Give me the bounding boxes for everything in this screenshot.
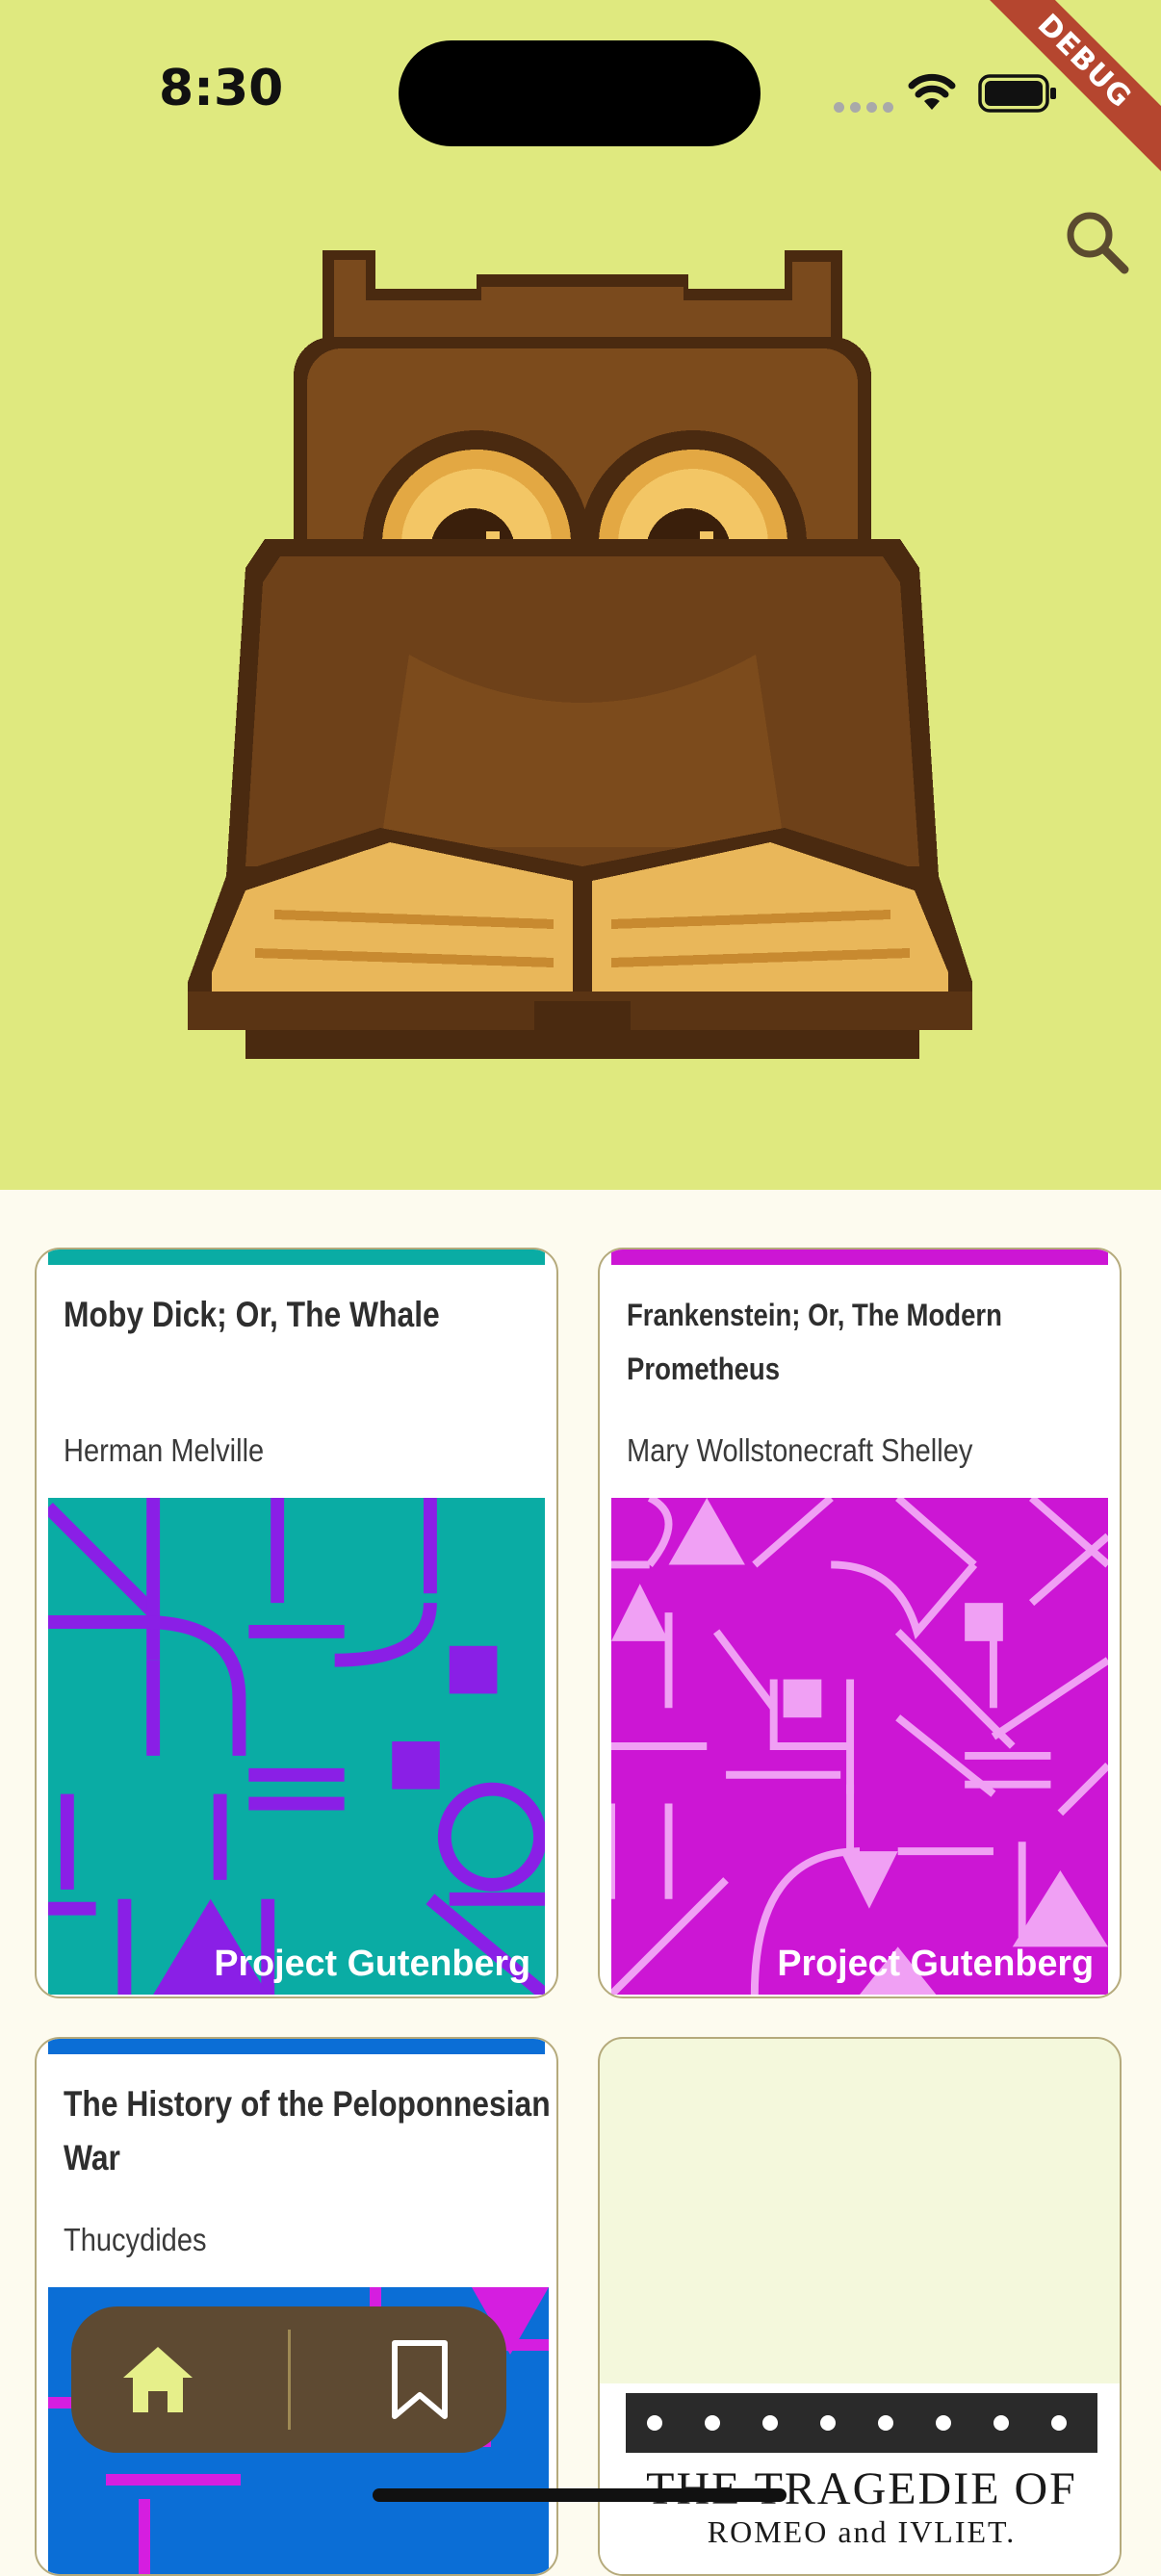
cover-label: Project Gutenberg xyxy=(214,1943,530,1983)
card-accent xyxy=(611,1249,1108,1265)
nav-divider xyxy=(288,2330,291,2430)
card-accent xyxy=(48,1249,545,1265)
book-author: Thucydides xyxy=(64,2222,207,2257)
home-icon[interactable] xyxy=(117,2339,198,2420)
book-title: The History of the Peloponnesian War xyxy=(64,2084,551,2177)
book-author: Herman Melville xyxy=(64,1432,265,1468)
search-icon[interactable] xyxy=(1059,204,1136,281)
book-title: Moby Dick; Or, The Whale xyxy=(64,1295,440,1334)
cover-label: Project Gutenberg xyxy=(777,1943,1094,1983)
hero-header: 8:30 DEBUG xyxy=(0,0,1161,1190)
book-card[interactable]: Frankenstein; Or, The Modern Prometheus … xyxy=(598,1248,1122,1998)
bottom-nav xyxy=(71,2306,506,2453)
battery-icon xyxy=(978,74,1056,113)
book-cover: Project Gutenberg xyxy=(611,1498,1108,1995)
cover-title-line-2: ROMEO and IVLIET. xyxy=(708,2514,1016,2549)
wifi-icon xyxy=(908,73,956,110)
signal-icon xyxy=(834,102,893,113)
book-cover: Project Gutenberg xyxy=(48,1498,545,1995)
book-card[interactable]: Moby Dick; Or, The Whale Herman Melville… xyxy=(35,1248,558,1998)
book-title: Frankenstein; Or, The Modern Prometheus xyxy=(627,1298,1002,1386)
owl-reading-book-illustration xyxy=(188,250,972,1059)
cover-ornament: THE TRAGEDIE OF ROMEO and IVLIET. xyxy=(626,2393,1097,2549)
book-cover: THE TRAGEDIE OF ROMEO and IVLIET. xyxy=(600,2383,1120,2574)
bookmark-icon[interactable] xyxy=(379,2337,460,2422)
status-time: 8:30 xyxy=(159,60,284,117)
card-accent xyxy=(48,2039,545,2054)
book-author: Mary Wollstonecraft Shelley xyxy=(627,1432,973,1468)
home-indicator xyxy=(373,2488,787,2502)
dynamic-island xyxy=(399,40,761,146)
